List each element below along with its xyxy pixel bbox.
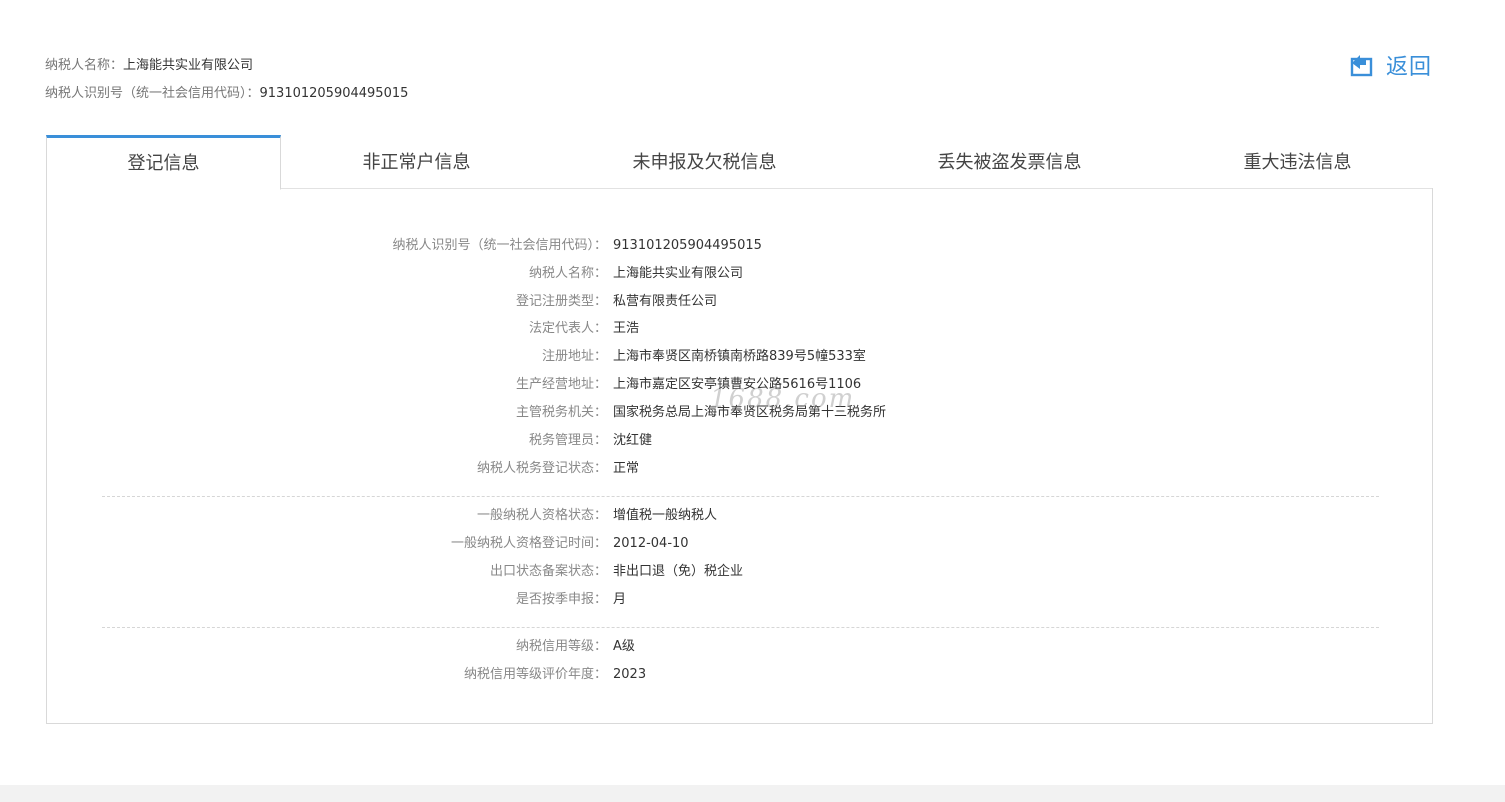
field-label: 是否按季申报： (515, 592, 607, 607)
field-label-row: 一般纳税人资格登记时间： (47, 530, 607, 558)
field-value: 王浩 (613, 321, 640, 336)
tab-lost-invoice-info[interactable]: 丢失被盗发票信息 (857, 135, 1162, 189)
field-value: 上海市奉贤区南桥镇南桥路839号5幢533室 (613, 349, 866, 364)
field-label-row: 主管税务机关： (47, 399, 607, 427)
section-divider (102, 496, 1379, 497)
back-label: 返回 (1386, 55, 1433, 80)
field-value: 上海市嘉定区安亭镇曹安公路5616号1106 (613, 377, 862, 392)
field-label-row: 生产经营地址： (47, 371, 607, 399)
field-label-row: 一般纳税人资格状态： (47, 502, 607, 530)
registration-info-panel: 纳税人识别号（统一社会信用代码）： 913101205904495015 纳税人… (46, 188, 1433, 724)
field-label: 主管税务机关： (515, 405, 607, 420)
field-value: 2023 (613, 667, 647, 682)
field-label-row: 纳税人名称： (47, 260, 607, 288)
section-divider (102, 627, 1379, 628)
back-arrow-icon (1350, 53, 1374, 77)
field-label-row: 法定代表人： (47, 315, 607, 343)
field-label: 出口状态备案状态： (489, 564, 607, 579)
field-label: 纳税人名称： (528, 266, 607, 281)
taxpayer-id-line: 纳税人识别号（统一社会信用代码）：913101205904495015 (45, 80, 408, 108)
field-label: 注册地址： (541, 349, 607, 364)
field-label: 法定代表人： (528, 321, 607, 336)
tab-bar: 登记信息 非正常户信息 未申报及欠税信息 丢失被盗发票信息 重大违法信息 (46, 135, 1433, 190)
field-value: 月 (613, 592, 627, 607)
page: 纳税人名称：上海能共实业有限公司 纳税人识别号（统一社会信用代码）：913101… (0, 0, 1505, 802)
tab-undeclared-arrears-info[interactable]: 未申报及欠税信息 (552, 135, 857, 189)
field-value: 国家税务总局上海市奉贤区税务局第十三税务所 (613, 405, 887, 420)
field-value: 上海能共实业有限公司 (613, 266, 744, 281)
field-label-row: 纳税信用等级： (47, 633, 607, 661)
field-label: 税务管理员： (528, 433, 607, 448)
field-label: 一般纳税人资格状态： (476, 508, 607, 523)
taxpayer-id-value: 913101205904495015 (259, 86, 409, 101)
tab-abnormal-household-info[interactable]: 非正常户信息 (281, 135, 552, 189)
field-label-row: 出口状态备案状态： (47, 558, 607, 586)
field-label: 纳税人税务登记状态： (476, 461, 607, 476)
field-value: 私营有限责任公司 (613, 294, 718, 309)
field-label-row: 是否按季申报： (47, 586, 607, 614)
field-value: 913101205904495015 (613, 238, 762, 253)
field-value: 非出口退（免）税企业 (613, 564, 744, 579)
field-value: 正常 (613, 461, 640, 476)
field-label-row: 纳税人识别号（统一社会信用代码）： (47, 232, 607, 260)
field-label-row: 纳税信用等级评价年度： (47, 661, 607, 689)
tab-registration-info[interactable]: 登记信息 (46, 135, 281, 190)
field-label: 纳税信用等级： (515, 639, 607, 654)
field-label-row: 注册地址： (47, 343, 607, 371)
field-value: 增值税一般纳税人 (613, 508, 718, 523)
field-value: 沈红健 (613, 433, 653, 448)
footer-band (0, 785, 1505, 802)
back-button[interactable]: 返回 (1350, 50, 1432, 80)
taxpayer-name-label: 纳税人名称： (45, 58, 124, 73)
field-value: A级 (613, 639, 635, 654)
field-label: 登记注册类型： (515, 294, 607, 309)
taxpayer-id-label: 纳税人识别号（统一社会信用代码）： (45, 86, 260, 101)
taxpayer-header: 纳税人名称：上海能共实业有限公司 纳税人识别号（统一社会信用代码）：913101… (45, 52, 408, 108)
field-label: 纳税人识别号（统一社会信用代码）： (392, 238, 607, 253)
field-value: 2012-04-10 (613, 536, 689, 551)
tab-major-violation-info[interactable]: 重大违法信息 (1162, 135, 1433, 189)
field-label: 一般纳税人资格登记时间： (450, 536, 607, 551)
field-label-row: 税务管理员： (47, 427, 607, 455)
field-label-row: 登记注册类型： (47, 288, 607, 316)
taxpayer-name-value: 上海能共实业有限公司 (123, 58, 254, 73)
field-label: 纳税信用等级评价年度： (463, 667, 607, 682)
field-label: 生产经营地址： (515, 377, 607, 392)
field-label-row: 纳税人税务登记状态： (47, 455, 607, 483)
taxpayer-name-line: 纳税人名称：上海能共实业有限公司 (45, 52, 408, 80)
